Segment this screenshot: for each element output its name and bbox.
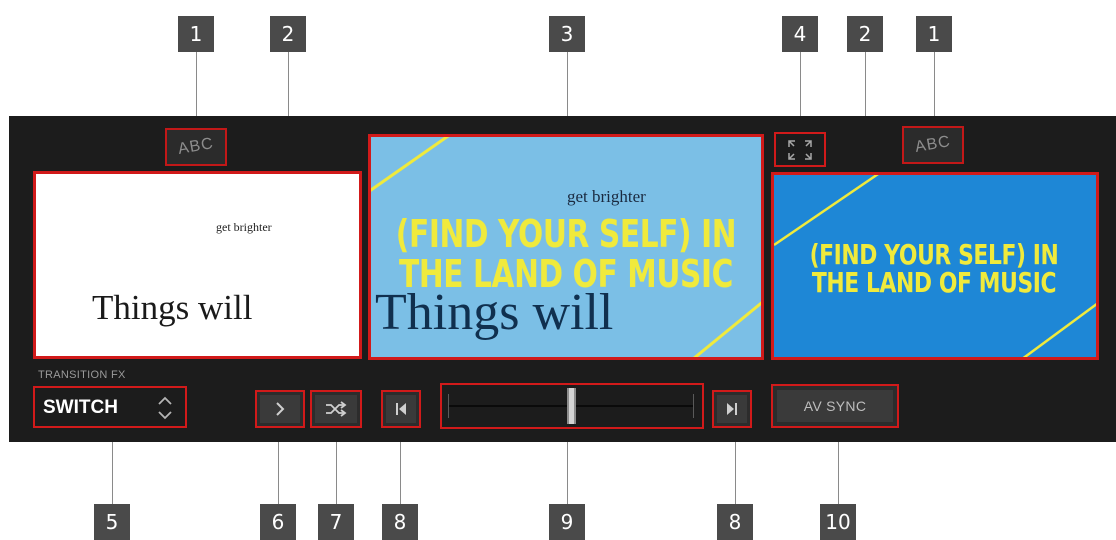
skip-next-icon bbox=[727, 403, 737, 415]
callout-badge: 4 bbox=[782, 16, 818, 52]
up-down-chevron-icon bbox=[158, 396, 172, 420]
crossfader-handle[interactable] bbox=[566, 388, 576, 424]
av-sync-button[interactable]: AV SYNC bbox=[771, 384, 899, 428]
fullscreen-button[interactable] bbox=[774, 132, 826, 167]
crossfade-right-button[interactable] bbox=[712, 390, 752, 428]
right-deck-video-preview: (FIND YOUR SELF) IN THE LAND OF MUSIC bbox=[771, 172, 1099, 360]
master-video-output[interactable]: get brighter (FIND YOUR SELF) IN THE LAN… bbox=[368, 134, 764, 360]
av-sync-label: AV SYNC bbox=[777, 390, 893, 422]
text-overlay-label: ABC bbox=[913, 133, 953, 156]
callout-badge: 6 bbox=[260, 504, 296, 540]
auto-transition-button[interactable] bbox=[255, 390, 305, 428]
video-crossfader[interactable] bbox=[440, 383, 704, 429]
callout-badge: 7 bbox=[318, 504, 354, 540]
text-overlay-label: ABC bbox=[176, 135, 216, 158]
callout-badge: 8 bbox=[717, 504, 753, 540]
callout-badge: 10 bbox=[820, 504, 856, 540]
chevron-right-icon bbox=[276, 402, 285, 416]
shuffle-icon bbox=[326, 401, 347, 417]
transition-fx-selector[interactable]: SWITCH bbox=[33, 386, 187, 428]
video-lyric-large: Things will bbox=[375, 284, 614, 341]
skip-previous-icon bbox=[396, 403, 406, 415]
callout-badge: 9 bbox=[549, 504, 585, 540]
video-lyric-title-line2: THE LAND OF MUSIC bbox=[811, 266, 1057, 299]
callout-badge: 2 bbox=[270, 16, 306, 52]
transition-fx-value: SWITCH bbox=[43, 397, 118, 418]
video-lyric-small: get brighter bbox=[567, 187, 646, 206]
expand-icon bbox=[788, 139, 812, 160]
crossfader-track-end bbox=[448, 394, 449, 418]
callout-badge: 2 bbox=[847, 16, 883, 52]
text-overlay-button-left[interactable]: ABC bbox=[165, 128, 227, 166]
callout-badge: 3 bbox=[549, 16, 585, 52]
left-deck-video-preview: get brighter Things will bbox=[33, 171, 362, 359]
callout-badge: 5 bbox=[94, 504, 130, 540]
video-lyric-title-line1: (FIND YOUR SELF) IN bbox=[809, 238, 1059, 271]
transition-fx-label: TRANSITION FX bbox=[38, 369, 126, 381]
text-overlay-button-right[interactable]: ABC bbox=[902, 126, 964, 164]
video-lyric-large: Things will bbox=[92, 288, 253, 327]
video-lyric-title-line1: (FIND YOUR SELF) IN bbox=[395, 212, 737, 256]
crossfade-left-button[interactable] bbox=[381, 390, 421, 428]
crossfader-track-end bbox=[693, 394, 694, 418]
callout-badge: 1 bbox=[178, 16, 214, 52]
random-transition-button[interactable] bbox=[310, 390, 362, 428]
callout-badge: 8 bbox=[382, 504, 418, 540]
video-lyric-small: get brighter bbox=[216, 220, 272, 234]
callout-badge: 1 bbox=[916, 16, 952, 52]
